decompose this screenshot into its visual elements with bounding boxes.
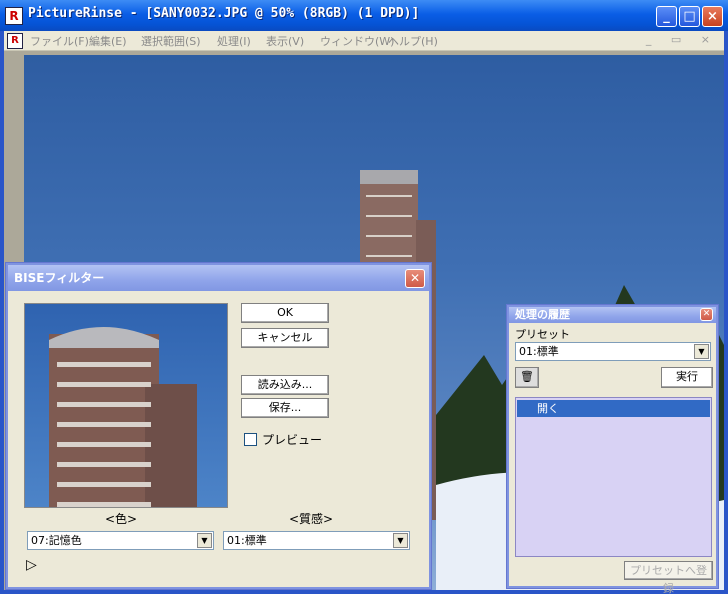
cancel-button[interactable]: キャンセル: [241, 328, 329, 348]
save-button[interactable]: 保存...: [241, 398, 329, 418]
preview-building: [49, 327, 197, 507]
color-label: <色>: [105, 512, 138, 526]
preset-select[interactable]: 01:標準 ▼: [515, 342, 711, 361]
history-close-icon[interactable]: ✕: [700, 308, 713, 321]
preset-select-value: 01:標準: [519, 345, 559, 358]
document-icon[interactable]: R: [7, 33, 23, 49]
chevron-down-icon[interactable]: ▼: [197, 533, 212, 548]
maximize-button[interactable]: □: [679, 6, 700, 27]
chevron-down-icon[interactable]: ▼: [393, 533, 408, 548]
bise-filter-dialog: BISEフィルター ✕ OK キャンセル 読み込み... 保存... プレビュー…: [6, 263, 431, 589]
history-list: 開く: [515, 397, 712, 557]
chevron-down-icon[interactable]: ▼: [694, 344, 709, 359]
history-panel: 処理の履歴 ✕ プリセット 01:標準 ▼ 🗑 実行 開く プリセットへ登録: [507, 305, 718, 594]
tower-roof: [360, 170, 418, 184]
texture-label: <質感>: [289, 512, 334, 526]
menu-select[interactable]: 選択範囲(S): [141, 33, 201, 49]
color-select[interactable]: 07:記憶色 ▼: [27, 531, 214, 550]
ok-button[interactable]: OK: [241, 303, 329, 323]
title-bar[interactable]: R PictureRinse - [SANY0032.JPG @ 50% (8R…: [0, 0, 728, 31]
close-button[interactable]: ×: [702, 6, 723, 27]
menu-edit[interactable]: 編集(E): [89, 33, 127, 49]
bise-close-icon[interactable]: ✕: [405, 269, 425, 288]
preview-label: プレビュー: [262, 433, 323, 447]
menu-process[interactable]: 処理(I): [217, 33, 251, 49]
filter-preview-image[interactable]: [24, 303, 228, 508]
preview-checkbox[interactable]: [244, 433, 257, 446]
preset-label: プリセット: [515, 328, 570, 341]
load-button[interactable]: 読み込み...: [241, 375, 329, 395]
texture-select-value: 01:標準: [227, 534, 267, 547]
register-preset-button[interactable]: プリセットへ登録: [624, 561, 713, 594]
menu-file[interactable]: ファイル(F): [30, 33, 89, 49]
execute-button[interactable]: 実行: [661, 367, 713, 388]
menu-bar: R ファイル(F) 編集(E) 選択範囲(S) 処理(I) 表示(V) ウィンド…: [4, 31, 724, 51]
minimize-button[interactable]: _: [656, 6, 677, 27]
play-icon[interactable]: ▷: [26, 557, 37, 573]
app-logo-icon[interactable]: R: [5, 7, 23, 25]
texture-select[interactable]: 01:標準 ▼: [223, 531, 410, 550]
history-item[interactable]: 開く: [517, 400, 710, 417]
menu-view[interactable]: 表示(V): [266, 33, 304, 49]
bise-dialog-title[interactable]: BISEフィルター: [8, 265, 429, 291]
color-select-value: 07:記憶色: [31, 534, 82, 547]
menu-help[interactable]: ヘルプ(H): [388, 33, 438, 49]
history-title[interactable]: 処理の履歴: [509, 307, 716, 323]
menu-window[interactable]: ウィンドウ(W): [320, 33, 394, 49]
trash-icon[interactable]: 🗑: [515, 367, 539, 388]
mdi-controls[interactable]: _ ▭ ×: [646, 33, 718, 46]
window-title: PictureRinse - [SANY0032.JPG @ 50% (8RGB…: [28, 6, 420, 21]
